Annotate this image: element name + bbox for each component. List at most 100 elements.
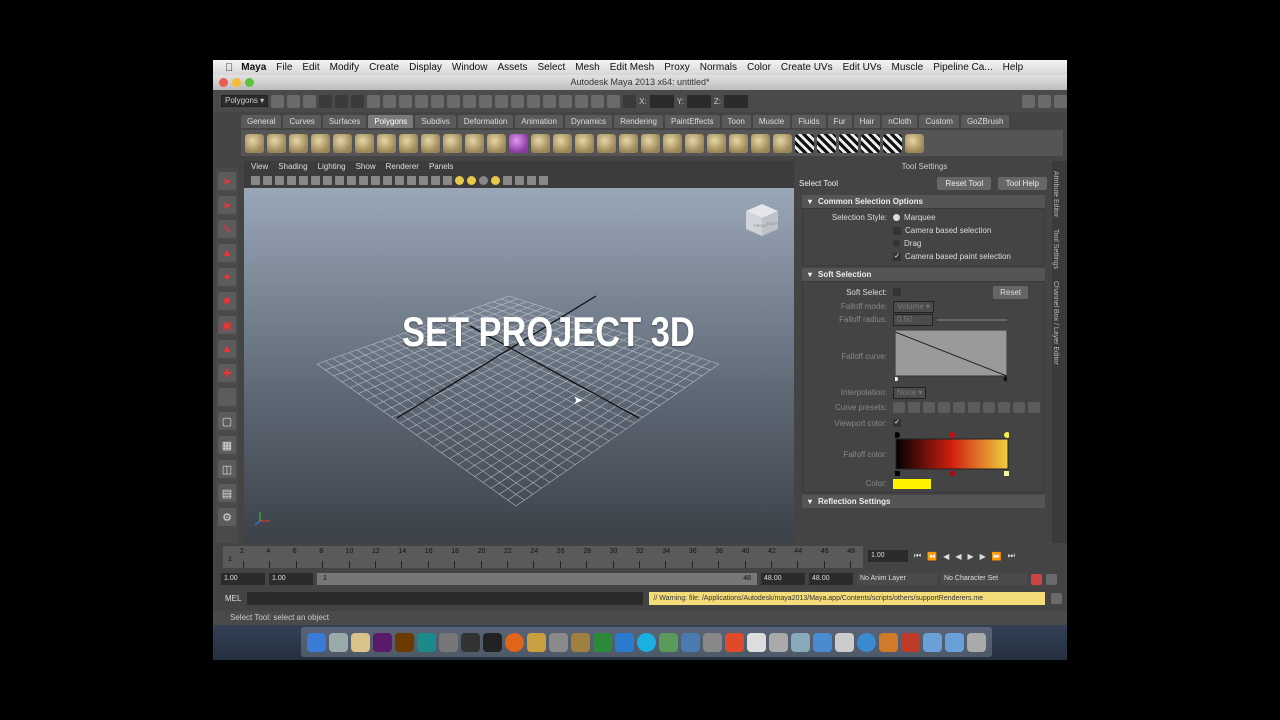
uv-editor-icon[interactable] xyxy=(883,133,902,153)
preset-ring-icon[interactable] xyxy=(968,401,980,413)
minimize-window-icon[interactable] xyxy=(232,78,241,87)
soft-reset-button[interactable]: Reset xyxy=(993,285,1028,299)
lock-selection-icon[interactable] xyxy=(479,94,493,108)
tab-ncloth[interactable]: nCloth xyxy=(882,115,918,128)
all-lights-icon[interactable] xyxy=(467,175,476,185)
poly-append-icon[interactable] xyxy=(663,133,682,153)
poly-insert-edge-loop-icon[interactable] xyxy=(707,133,726,153)
poly-smooth-icon[interactable] xyxy=(553,133,572,153)
play-forward-icon[interactable]: ▶ xyxy=(967,552,973,561)
finder-icon[interactable] xyxy=(307,632,326,652)
grease-pencil-icon[interactable] xyxy=(311,175,320,185)
menu-assets[interactable]: Assets xyxy=(497,62,527,73)
time-slider[interactable]: 1 2 4 6 8 10 12 14 16 18 20 22 24 26 28 30 32 34 36 38 40 42… xyxy=(223,546,863,568)
resolution-gate-icon[interactable] xyxy=(347,175,356,185)
poly-torus-icon[interactable] xyxy=(355,133,374,153)
soft-select-checkbox[interactable] xyxy=(893,288,901,296)
auto-key-icon[interactable] xyxy=(1031,573,1042,585)
command-input[interactable] xyxy=(247,591,644,605)
calculator-icon[interactable] xyxy=(835,632,854,652)
gate-mask-icon[interactable] xyxy=(359,175,368,185)
curve-key-end[interactable] xyxy=(1003,376,1008,382)
preset-steep-icon[interactable] xyxy=(923,401,935,413)
poly-separate-icon[interactable] xyxy=(509,133,528,153)
script-editor-icon[interactable] xyxy=(1051,592,1063,604)
color-swatch[interactable] xyxy=(893,478,931,489)
layout-four-icon[interactable]: ▦ xyxy=(218,436,236,454)
system-prefs-icon[interactable] xyxy=(681,632,700,652)
ambient-occlusion-icon[interactable] xyxy=(491,175,500,185)
poly-plane-icon[interactable] xyxy=(333,133,352,153)
poly-boolean-difference-icon[interactable] xyxy=(597,133,616,153)
tab-surfaces[interactable]: Surfaces xyxy=(322,115,367,128)
vp-menu-lighting[interactable]: Lighting xyxy=(318,161,346,173)
preset-wave-icon[interactable] xyxy=(983,401,995,413)
viewcube-icon[interactable]: FRONT RIGHT xyxy=(744,202,780,238)
save-scene-icon[interactable] xyxy=(303,94,317,108)
maya-icon[interactable] xyxy=(417,632,436,652)
vp-menu-show[interactable]: Show xyxy=(356,161,376,173)
input-line-icon[interactable] xyxy=(623,94,637,108)
select-by-hierarchy-icon[interactable] xyxy=(319,94,333,108)
chrome-icon[interactable] xyxy=(725,632,744,652)
menu-edit-uvs[interactable]: Edit UVs xyxy=(843,62,882,73)
image-plane-icon[interactable] xyxy=(287,175,296,185)
camera-attributes-icon[interactable] xyxy=(263,175,272,185)
field-chart-icon[interactable] xyxy=(371,175,380,185)
activity-icon[interactable] xyxy=(703,632,722,652)
layout-single-icon[interactable]: ▢ xyxy=(218,412,236,430)
poly-extrude-icon[interactable] xyxy=(619,133,638,153)
step-forward-frame-icon[interactable]: ▶ xyxy=(980,552,986,561)
isolate-select-icon[interactable] xyxy=(503,175,512,185)
go-to-end-icon[interactable]: ⏭ xyxy=(1008,551,1015,561)
menu-create-uvs[interactable]: Create UVs xyxy=(781,62,833,73)
microphone-icon[interactable] xyxy=(483,632,502,652)
menu-select[interactable]: Select xyxy=(537,62,565,73)
poly-misc-icon[interactable] xyxy=(905,133,924,153)
menu-window[interactable]: Window xyxy=(452,62,488,73)
menu-edit-mesh[interactable]: Edit Mesh xyxy=(610,62,654,73)
mask-joints-icon[interactable] xyxy=(383,94,397,108)
side-tab-channel-box[interactable]: Channel Box / Layer Editor xyxy=(1052,279,1059,367)
photoshop-icon[interactable] xyxy=(615,632,634,652)
history-icon[interactable] xyxy=(559,94,573,108)
tab-general[interactable]: General xyxy=(241,115,282,128)
menu-muscle[interactable]: Muscle xyxy=(892,62,924,73)
step-forward-key-icon[interactable]: ⏩ xyxy=(992,552,1002,561)
viewport-scene[interactable]: SET PROJECT 3D FRONT RIGHT ➤ xyxy=(244,188,794,543)
menu-proxy[interactable]: Proxy xyxy=(664,62,690,73)
select-tool-icon[interactable]: ➤ xyxy=(218,172,236,190)
step-back-key-icon[interactable]: ⏪ xyxy=(927,552,937,561)
photos-icon[interactable] xyxy=(329,632,348,652)
camera-select-icon[interactable] xyxy=(251,175,260,185)
trash-icon[interactable] xyxy=(967,632,986,652)
poly-cone-red-icon[interactable] xyxy=(773,133,792,153)
preset-step-icon[interactable] xyxy=(998,401,1010,413)
poly-bevel-icon[interactable] xyxy=(729,133,748,153)
skype-icon[interactable] xyxy=(637,632,656,652)
poly-extract-icon[interactable] xyxy=(531,133,550,153)
xray-icon[interactable] xyxy=(515,175,524,185)
mask-dynamics-icon[interactable] xyxy=(447,94,461,108)
tab-polygons[interactable]: Polygons xyxy=(368,115,414,128)
menu-file[interactable]: File xyxy=(276,62,292,73)
uv-spherical-icon[interactable] xyxy=(839,133,858,153)
layout-extra-icon[interactable]: ⚙ xyxy=(218,508,236,526)
ramp-bottom-key-black[interactable] xyxy=(895,471,900,476)
new-scene-icon[interactable] xyxy=(271,94,285,108)
poly-cylinder-icon[interactable] xyxy=(289,133,308,153)
illustrator-icon[interactable] xyxy=(395,632,414,652)
manipulator-tool-icon[interactable]: ▣ xyxy=(218,316,236,334)
mask-curves-icon[interactable] xyxy=(399,94,413,108)
tab-gozbrush[interactable]: GoZBrush xyxy=(960,115,1010,128)
move-tool-icon[interactable]: ▲ xyxy=(218,244,236,262)
bookmark-icon[interactable] xyxy=(275,175,284,185)
tool-help-button[interactable]: Tool Help xyxy=(997,177,1047,190)
xray-components-icon[interactable] xyxy=(539,175,548,185)
apple-icon[interactable]:  xyxy=(225,62,233,74)
poly-pyramid-icon[interactable] xyxy=(399,133,418,153)
grid-toggle-icon[interactable] xyxy=(323,175,332,185)
preset-linear-icon[interactable] xyxy=(893,401,905,413)
side-tab-tool-settings[interactable]: Tool Settings xyxy=(1052,227,1059,271)
menu-mesh[interactable]: Mesh xyxy=(575,62,599,73)
